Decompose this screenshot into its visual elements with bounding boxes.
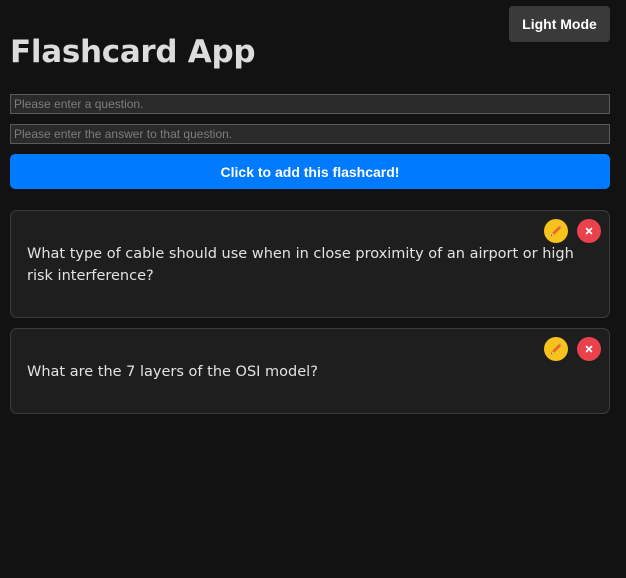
delete-button[interactable]	[577, 219, 601, 243]
delete-button[interactable]	[577, 337, 601, 361]
edit-button[interactable]	[544, 219, 568, 243]
light-mode-toggle-button[interactable]: Light Mode	[509, 6, 610, 42]
add-flashcard-button[interactable]: Click to add this flashcard!	[10, 154, 610, 189]
question-input[interactable]	[10, 94, 610, 114]
pencil-icon	[549, 342, 563, 356]
close-icon	[584, 344, 594, 354]
page-title: Flashcard App	[10, 34, 256, 70]
pencil-icon	[549, 224, 563, 238]
flashcard-question: What type of cable should use when in cl…	[27, 246, 574, 284]
answer-input[interactable]	[10, 124, 610, 144]
flashcard[interactable]: What type of cable should use when in cl…	[10, 210, 610, 318]
flashcard[interactable]: What are the 7 layers of the OSI model?	[10, 328, 610, 414]
flashcard-question: What are the 7 layers of the OSI model?	[27, 364, 318, 380]
edit-button[interactable]	[544, 337, 568, 361]
close-icon	[584, 226, 594, 236]
